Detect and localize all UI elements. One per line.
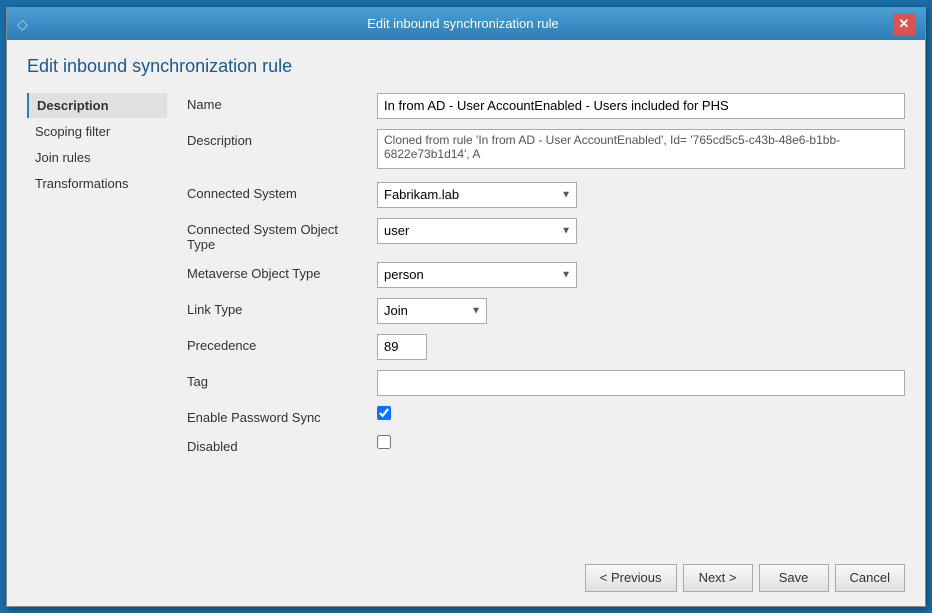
tag-label: Tag bbox=[187, 370, 367, 389]
dialog-icon: ◇ bbox=[17, 16, 33, 32]
link-type-label: Link Type bbox=[187, 298, 367, 317]
disabled-label: Disabled bbox=[187, 435, 367, 454]
dialog: ◇ Edit inbound synchronization rule ✕ Ed… bbox=[6, 7, 926, 607]
description-row: Description Cloned from rule 'In from AD… bbox=[187, 129, 905, 172]
connected-system-label: Connected System bbox=[187, 182, 367, 201]
precedence-input[interactable] bbox=[377, 334, 427, 360]
name-input[interactable] bbox=[377, 93, 905, 119]
connected-system-wrapper: Fabrikam.lab ▼ bbox=[377, 182, 577, 208]
enable-password-sync-row: Enable Password Sync bbox=[187, 406, 905, 425]
enable-password-sync-label: Enable Password Sync bbox=[187, 406, 367, 425]
name-row: Name bbox=[187, 93, 905, 119]
sidebar-item-transformations[interactable]: Transformations bbox=[27, 171, 167, 196]
tag-row: Tag bbox=[187, 370, 905, 396]
precedence-row: Precedence bbox=[187, 334, 905, 360]
content-area: Description Scoping filter Join rules Tr… bbox=[27, 93, 905, 544]
save-button[interactable]: Save bbox=[759, 564, 829, 592]
link-type-wrapper: Join ▼ bbox=[377, 298, 487, 324]
connected-system-object-type-control-area: user ▼ bbox=[377, 218, 905, 244]
description-label: Description bbox=[187, 129, 367, 148]
sidebar-item-join-rules[interactable]: Join rules bbox=[27, 145, 167, 170]
disabled-row: Disabled bbox=[187, 435, 905, 454]
connected-system-object-type-wrapper: user ▼ bbox=[377, 218, 577, 244]
sidebar-item-description[interactable]: Description bbox=[27, 93, 167, 118]
link-type-control-area: Join ▼ bbox=[377, 298, 905, 324]
enable-password-sync-checkbox[interactable] bbox=[377, 406, 391, 420]
title-bar-text: Edit inbound synchronization rule bbox=[33, 16, 893, 31]
sidebar-item-scoping-filter[interactable]: Scoping filter bbox=[27, 119, 167, 144]
disabled-wrapper bbox=[377, 435, 905, 449]
metaverse-object-type-label: Metaverse Object Type bbox=[187, 262, 367, 281]
metaverse-object-type-wrapper: person ▼ bbox=[377, 262, 577, 288]
cancel-button[interactable]: Cancel bbox=[835, 564, 905, 592]
enable-password-sync-control-area bbox=[377, 406, 905, 420]
precedence-control-area bbox=[377, 334, 905, 360]
connected-system-select[interactable]: Fabrikam.lab bbox=[377, 182, 577, 208]
name-label: Name bbox=[187, 93, 367, 112]
close-button[interactable]: ✕ bbox=[893, 13, 915, 35]
next-button[interactable]: Next > bbox=[683, 564, 753, 592]
dialog-body: Edit inbound synchronization rule Descri… bbox=[7, 40, 925, 554]
link-type-select[interactable]: Join bbox=[377, 298, 487, 324]
description-input[interactable]: Cloned from rule 'In from AD - User Acco… bbox=[377, 129, 905, 169]
disabled-checkbox[interactable] bbox=[377, 435, 391, 449]
name-control-area bbox=[377, 93, 905, 119]
connected-system-control-area: Fabrikam.lab ▼ bbox=[377, 182, 905, 208]
connected-system-object-type-row: Connected System Object Type user ▼ bbox=[187, 218, 905, 252]
form-area: Name Description Cloned from rule 'In fr… bbox=[187, 93, 905, 544]
link-type-row: Link Type Join ▼ bbox=[187, 298, 905, 324]
disabled-control-area bbox=[377, 435, 905, 449]
metaverse-object-type-control-area: person ▼ bbox=[377, 262, 905, 288]
tag-input[interactable] bbox=[377, 370, 905, 396]
previous-button[interactable]: < Previous bbox=[585, 564, 677, 592]
title-bar: ◇ Edit inbound synchronization rule ✕ bbox=[7, 8, 925, 40]
connected-system-object-type-label: Connected System Object Type bbox=[187, 218, 367, 252]
metaverse-object-type-row: Metaverse Object Type person ▼ bbox=[187, 262, 905, 288]
connected-system-object-type-select[interactable]: user bbox=[377, 218, 577, 244]
sidebar: Description Scoping filter Join rules Tr… bbox=[27, 93, 167, 544]
footer: < Previous Next > Save Cancel bbox=[7, 554, 925, 606]
enable-password-sync-wrapper bbox=[377, 406, 905, 420]
page-title: Edit inbound synchronization rule bbox=[27, 56, 905, 77]
connected-system-row: Connected System Fabrikam.lab ▼ bbox=[187, 182, 905, 208]
tag-control-area bbox=[377, 370, 905, 396]
metaverse-object-type-select[interactable]: person bbox=[377, 262, 577, 288]
precedence-label: Precedence bbox=[187, 334, 367, 353]
description-control-area: Cloned from rule 'In from AD - User Acco… bbox=[377, 129, 905, 172]
